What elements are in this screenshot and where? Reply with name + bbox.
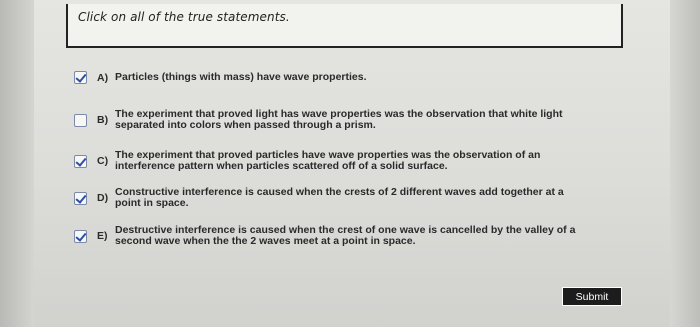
checkbox-a[interactable] [74,71,87,84]
right-edge [670,0,700,327]
option-d-line-1: Constructive interference is caused when… [115,186,564,198]
checkbox-b[interactable] [74,113,87,127]
submit-button[interactable]: Submit [562,287,622,306]
option-c[interactable]: C) The experiment that proved particles … [74,150,625,172]
option-text-d: Constructive interference is caused when… [115,187,625,209]
option-b-line-2: separated into colors when passed throug… [115,119,376,131]
option-a[interactable]: A) Particles (things with mass) have wav… [74,71,625,84]
checkbox-c[interactable] [74,154,87,168]
option-b[interactable]: B) The experiment that proved light has … [74,109,625,131]
option-e-line-2: second wave when the the 2 waves meet at… [115,235,416,247]
option-text-b: The experiment that proved light has wav… [115,109,625,131]
option-letter-e: E) [97,230,108,242]
option-c-line-2: interference pattern when particles scat… [115,160,448,172]
option-a-line-1: Particles (things with mass) have wave p… [115,71,367,83]
option-letter-a: A) [97,71,109,84]
option-text-a: Particles (things with mass) have wave p… [115,72,625,83]
option-text-c: The experiment that proved particles hav… [115,150,625,172]
question-prompt: Click on all of the true statements. [78,10,290,24]
option-d[interactable]: D) Constructive interference is caused w… [74,187,625,209]
option-d-line-2: point in space. [115,197,189,209]
left-edge [0,0,34,327]
option-letter-d: D) [97,192,109,204]
checkbox-d[interactable] [74,191,87,205]
option-letter-b: B) [97,114,109,126]
checkbox-e[interactable] [74,229,87,243]
question-prompt-box: Click on all of the true statements. [66,4,623,48]
option-e[interactable]: E) Destructive interference is caused wh… [74,225,625,247]
option-text-e: Destructive interference is caused when … [115,225,625,247]
option-letter-c: C) [97,155,109,167]
